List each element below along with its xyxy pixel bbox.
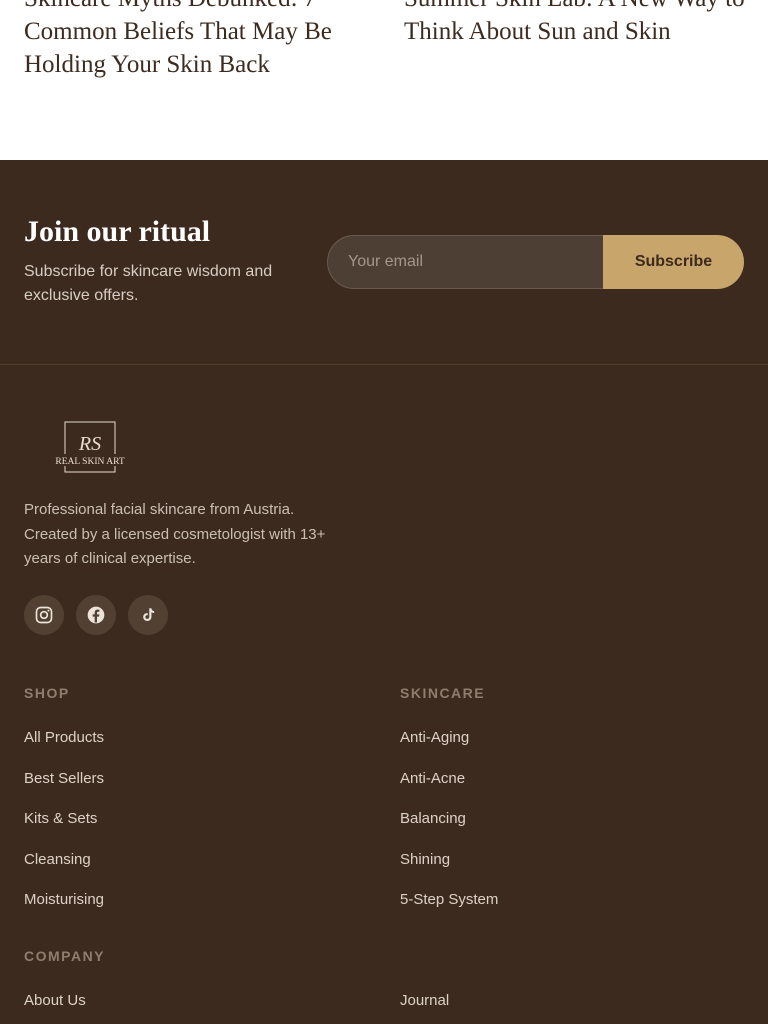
footer-link-best-sellers[interactable]: Best Sellers xyxy=(24,770,104,787)
brand-logo-mark: RS REAL SKIN ART xyxy=(50,421,130,473)
instagram-icon xyxy=(35,606,53,624)
site-footer: Join our ritual Subscribe for skincare w… xyxy=(0,160,768,1024)
related-articles: Skincare Myths Debunked: 7 Common Belief… xyxy=(0,0,768,160)
footer-link-5-step-system[interactable]: 5-Step System xyxy=(400,891,498,908)
footer-divider xyxy=(0,364,768,365)
brand-logo[interactable]: RS REAL SKIN ART xyxy=(50,420,130,476)
instagram-link[interactable] xyxy=(24,595,64,635)
tiktok-link[interactable] xyxy=(128,595,168,635)
footer-link-balancing[interactable]: Balancing xyxy=(400,810,466,827)
logo-monogram: RS xyxy=(78,433,101,455)
footer-link-kits-sets[interactable]: Kits & Sets xyxy=(24,810,97,827)
tiktok-icon xyxy=(143,608,155,621)
company-heading: COMPANY xyxy=(24,948,106,964)
article-link-summer-skin-lab[interactable]: Summer Skin Lab: A New Way to Think Abou… xyxy=(404,0,754,48)
social-links xyxy=(24,595,168,635)
brand-description: Professional facial skincare from Austri… xyxy=(24,501,326,567)
newsletter-description: Subscribe for skincare wisdom and exclus… xyxy=(24,263,273,304)
subscribe-button[interactable]: Subscribe xyxy=(603,235,744,289)
footer-link-anti-aging[interactable]: Anti-Aging xyxy=(400,729,469,746)
article-link-skincare-myths[interactable]: Skincare Myths Debunked: 7 Common Belief… xyxy=(24,0,344,81)
footer-link-about-us[interactable]: About Us xyxy=(24,992,86,1009)
footer-link-shining[interactable]: Shining xyxy=(400,851,450,868)
email-input[interactable] xyxy=(327,235,617,289)
facebook-link[interactable] xyxy=(76,595,116,635)
shop-heading: SHOP xyxy=(24,685,70,701)
footer-link-journal[interactable]: Journal xyxy=(400,992,449,1009)
footer-link-all-products[interactable]: All Products xyxy=(24,729,104,746)
footer-link-moisturising[interactable]: Moisturising xyxy=(24,891,104,908)
footer-link-cleansing[interactable]: Cleansing xyxy=(24,851,91,868)
facebook-icon xyxy=(87,606,105,624)
footer-link-anti-acne[interactable]: Anti-Acne xyxy=(400,770,465,787)
logo-wordmark: REAL SKIN ART xyxy=(55,457,124,467)
skincare-heading: SKINCARE xyxy=(400,685,486,701)
newsletter-heading: Join our ritual xyxy=(24,215,211,248)
